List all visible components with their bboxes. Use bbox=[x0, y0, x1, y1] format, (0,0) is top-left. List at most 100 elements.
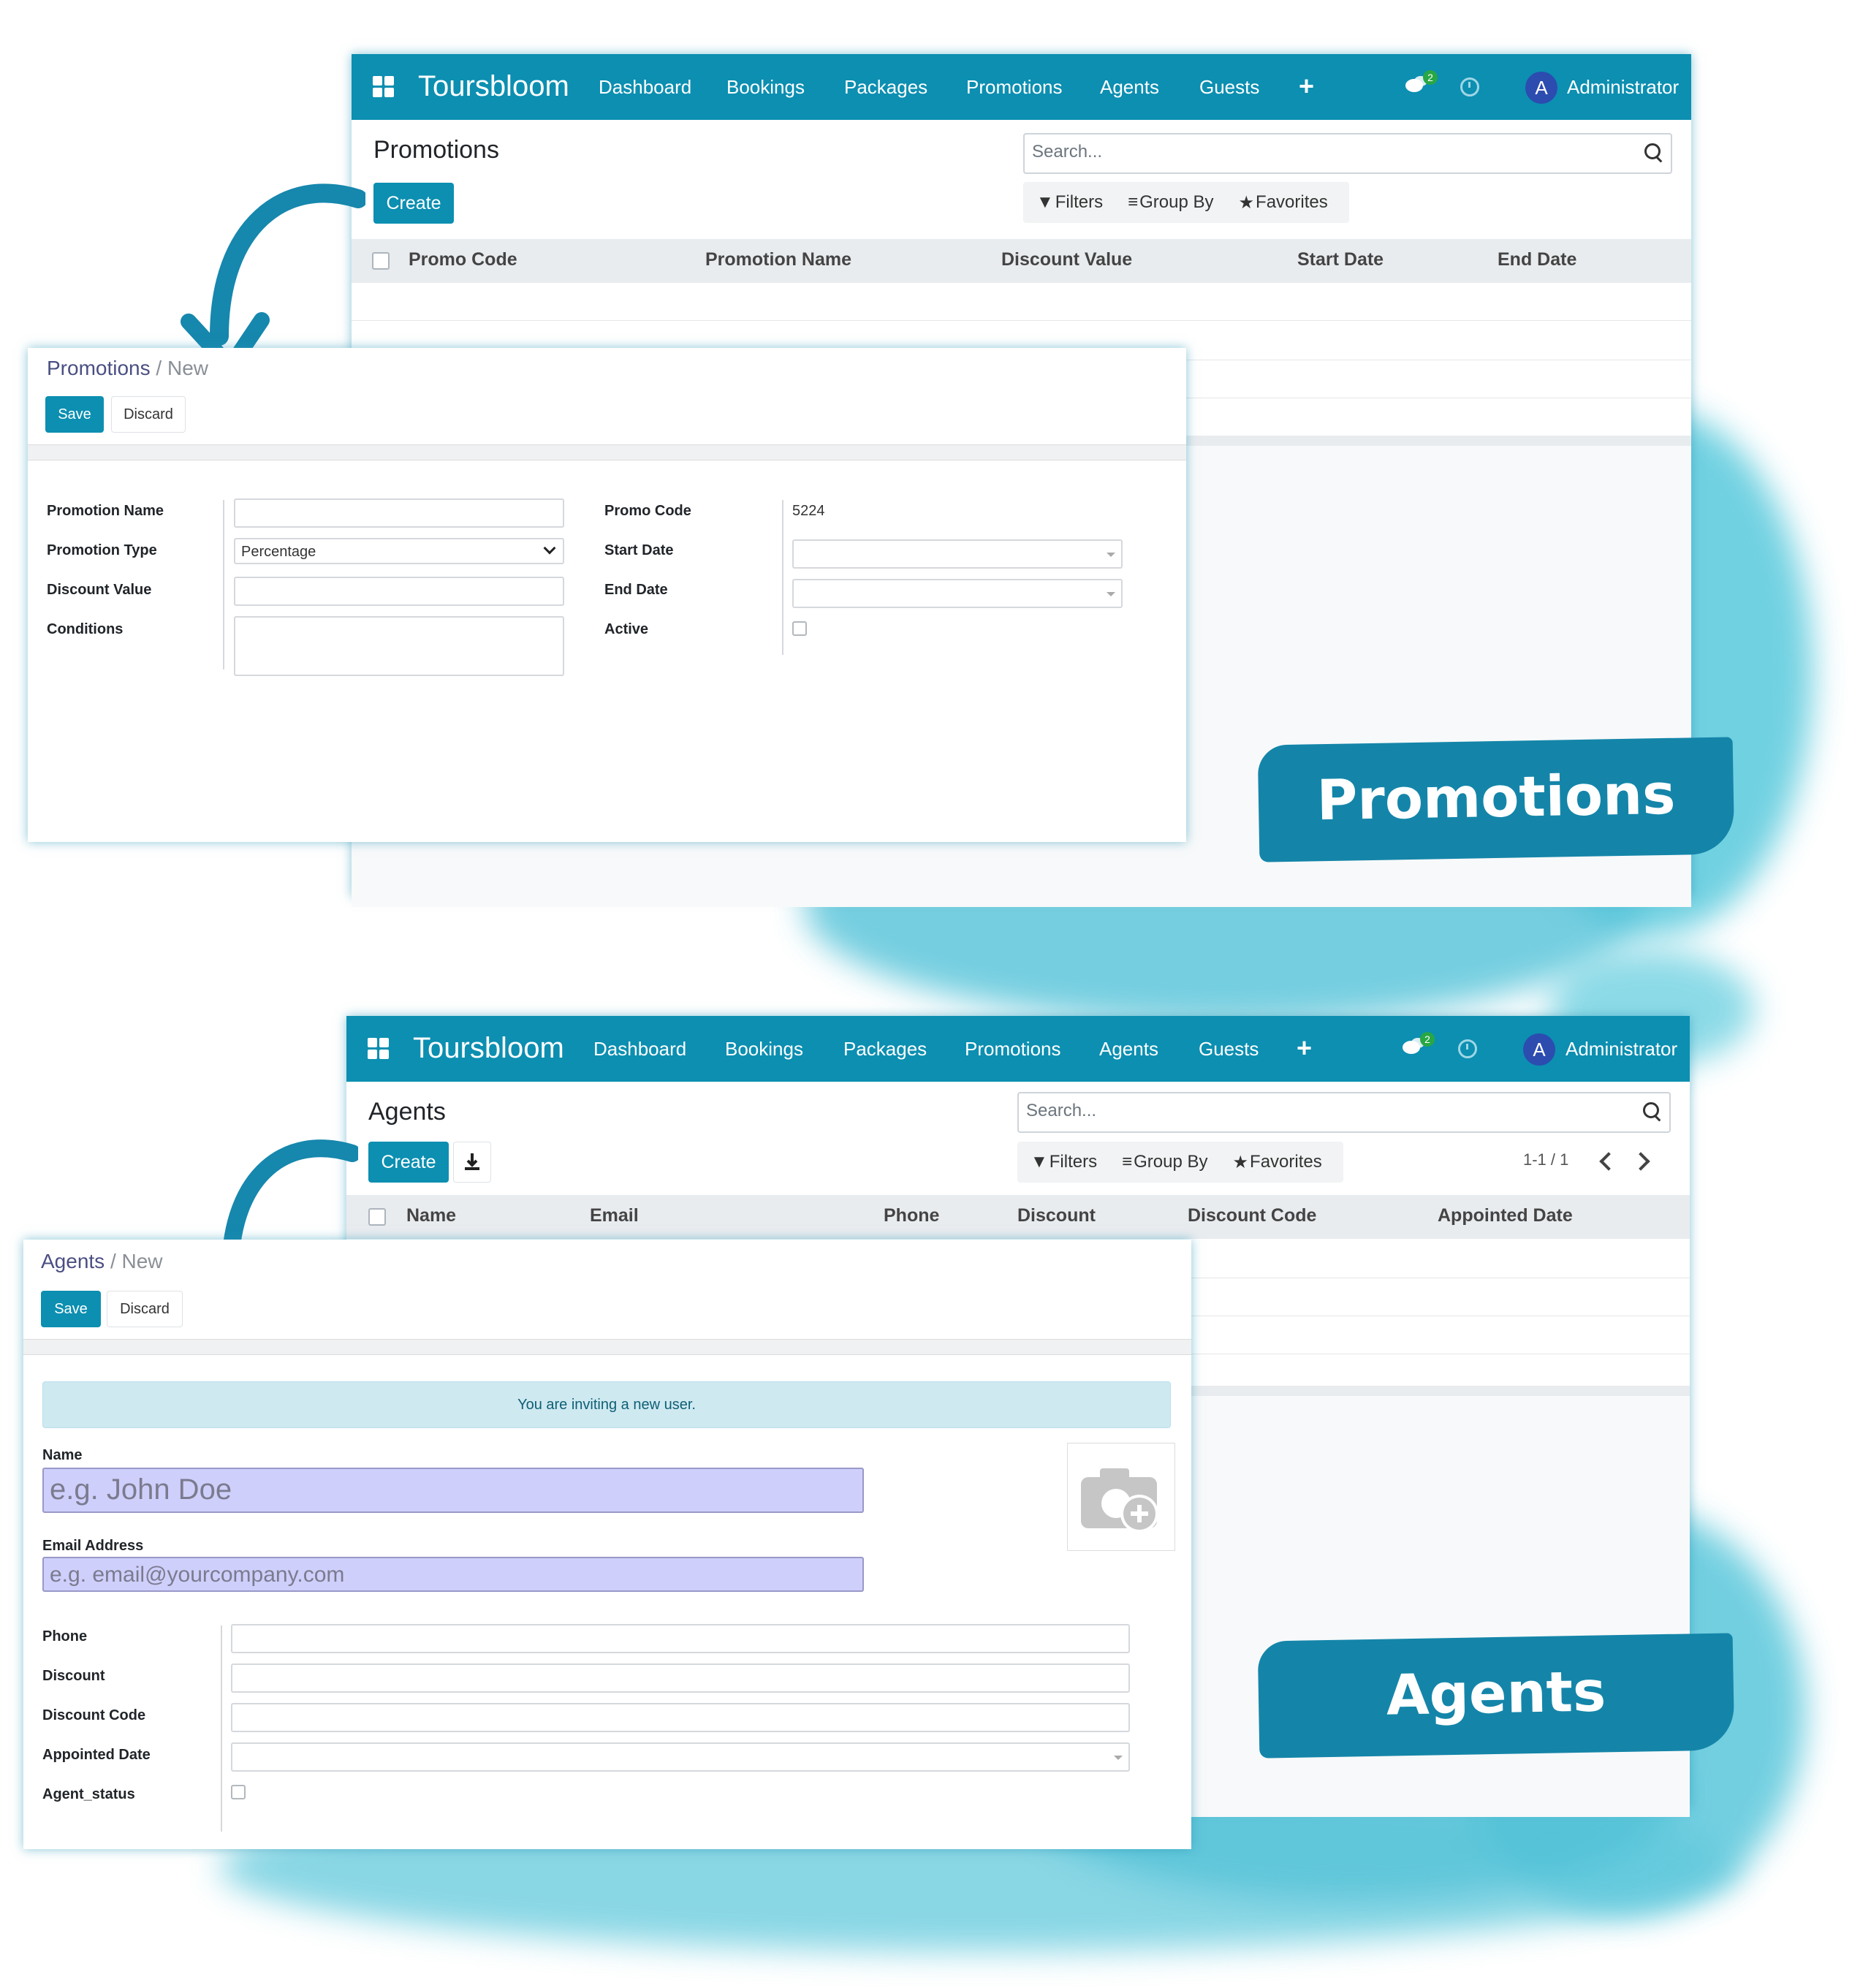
nav-promotions[interactable]: Promotions bbox=[966, 54, 1063, 120]
discard-button[interactable]: Discard bbox=[111, 396, 186, 433]
promotion-name-label: Promotion Name bbox=[47, 503, 164, 519]
avatar[interactable]: A bbox=[1523, 1033, 1555, 1066]
field-divider bbox=[223, 500, 224, 669]
name-label: Name bbox=[42, 1447, 83, 1463]
breadcrumb-parent[interactable]: Agents bbox=[41, 1250, 105, 1272]
breadcrumb-parent[interactable]: Promotions bbox=[47, 357, 151, 379]
table-header: Promo Code Promotion Name Discount Value… bbox=[352, 239, 1691, 283]
group-by-button[interactable]: Group By bbox=[1139, 192, 1213, 213]
form-separator bbox=[28, 444, 1186, 460]
download-icon[interactable] bbox=[453, 1142, 491, 1183]
clock-icon[interactable] bbox=[1460, 77, 1479, 96]
promo-code-value: 5224 bbox=[792, 503, 825, 519]
nav-agents[interactable]: Agents bbox=[1100, 54, 1159, 120]
create-button[interactable]: Create bbox=[368, 1142, 449, 1183]
agent-status-checkbox[interactable] bbox=[231, 1785, 246, 1799]
nav-packages[interactable]: Packages bbox=[843, 1016, 927, 1082]
search-input[interactable]: Search... bbox=[1023, 133, 1672, 174]
column-header[interactable]: Promotion Name bbox=[705, 249, 851, 270]
avatar[interactable]: A bbox=[1525, 72, 1557, 104]
search-input[interactable]: Search... bbox=[1017, 1092, 1671, 1133]
appointed-date-picker[interactable] bbox=[231, 1742, 1130, 1772]
promotion-name-input[interactable] bbox=[234, 498, 564, 528]
chevron-right-icon[interactable] bbox=[1631, 1152, 1650, 1171]
breadcrumb-separator: / bbox=[110, 1250, 116, 1272]
nav-agents[interactable]: Agents bbox=[1099, 1016, 1158, 1082]
favorites-button[interactable]: Favorites bbox=[1250, 1152, 1322, 1172]
discount-code-input[interactable] bbox=[231, 1703, 1130, 1732]
apps-grid-icon[interactable] bbox=[373, 76, 395, 98]
email-placeholder: e.g. email@yourcompany.com bbox=[50, 1563, 345, 1587]
promotion-type-select[interactable]: Percentage bbox=[234, 538, 564, 564]
start-date-label: Start Date bbox=[604, 542, 674, 558]
photo-upload[interactable] bbox=[1067, 1443, 1175, 1551]
conditions-textarea[interactable] bbox=[234, 616, 564, 676]
column-header[interactable]: Appointed Date bbox=[1438, 1205, 1573, 1226]
group-by-button[interactable]: Group By bbox=[1134, 1152, 1207, 1172]
breadcrumb-current: New bbox=[121, 1250, 163, 1272]
column-header[interactable]: Start Date bbox=[1297, 249, 1384, 270]
nav-dashboard[interactable]: Dashboard bbox=[593, 1016, 686, 1082]
column-header[interactable]: Discount Code bbox=[1188, 1205, 1316, 1226]
column-header[interactable]: Email bbox=[590, 1205, 639, 1226]
column-header[interactable]: Name bbox=[406, 1205, 456, 1226]
camera-add-icon bbox=[1081, 1468, 1158, 1533]
plus-icon[interactable]: + bbox=[1299, 73, 1314, 99]
column-header[interactable]: Phone bbox=[884, 1205, 939, 1226]
select-all-checkbox[interactable] bbox=[368, 1208, 386, 1226]
discount-input[interactable] bbox=[231, 1663, 1130, 1693]
email-label: Email Address bbox=[42, 1538, 144, 1554]
select-all-checkbox[interactable] bbox=[372, 252, 390, 270]
start-date-picker[interactable] bbox=[792, 539, 1123, 569]
active-checkbox[interactable] bbox=[792, 621, 807, 636]
chat-icon[interactable]: 2 bbox=[1401, 1032, 1435, 1061]
filters-button[interactable]: Filters bbox=[1055, 192, 1103, 213]
column-header[interactable]: Promo Code bbox=[409, 249, 517, 270]
conditions-label: Conditions bbox=[47, 621, 124, 637]
user-name[interactable]: Administrator bbox=[1567, 75, 1679, 99]
chevron-left-icon[interactable] bbox=[1599, 1152, 1618, 1171]
filters-button[interactable]: Filters bbox=[1050, 1152, 1097, 1172]
clock-icon[interactable] bbox=[1458, 1039, 1477, 1058]
page-title: Agents bbox=[368, 1098, 446, 1126]
nav-bookings[interactable]: Bookings bbox=[726, 54, 805, 120]
form-separator bbox=[23, 1339, 1191, 1355]
breadcrumb-separator: / bbox=[156, 357, 162, 379]
favorites-button[interactable]: Favorites bbox=[1256, 192, 1328, 213]
nav-packages[interactable]: Packages bbox=[844, 54, 927, 120]
nav-guests[interactable]: Guests bbox=[1199, 1016, 1259, 1082]
search-placeholder: Search... bbox=[1026, 1101, 1097, 1120]
nav-dashboard[interactable]: Dashboard bbox=[599, 54, 691, 120]
discard-button[interactable]: Discard bbox=[107, 1291, 183, 1327]
discount-label: Discount bbox=[42, 1668, 105, 1684]
nav-guests[interactable]: Guests bbox=[1199, 54, 1259, 120]
chat-icon[interactable]: 2 bbox=[1404, 70, 1438, 99]
user-name[interactable]: Administrator bbox=[1566, 1036, 1677, 1061]
search-icon[interactable] bbox=[1644, 143, 1661, 159]
pager-value[interactable]: 1-1 / 1 bbox=[1523, 1150, 1568, 1169]
appointed-date-label: Appointed Date bbox=[42, 1747, 151, 1763]
active-label: Active bbox=[604, 621, 649, 637]
name-input[interactable]: e.g. John Doe bbox=[42, 1468, 864, 1513]
create-button[interactable]: Create bbox=[373, 183, 454, 224]
email-field[interactable]: e.g. email@yourcompany.com bbox=[42, 1557, 864, 1592]
discount-value-input[interactable] bbox=[234, 577, 564, 606]
brand-name[interactable]: Toursbloom bbox=[413, 1028, 564, 1069]
column-header[interactable]: Discount Value bbox=[1001, 249, 1132, 270]
breadcrumb: Promotions / New bbox=[47, 357, 208, 380]
brand-name[interactable]: Toursbloom bbox=[418, 66, 569, 107]
nav-promotions[interactable]: Promotions bbox=[965, 1016, 1061, 1082]
save-button[interactable]: Save bbox=[45, 396, 104, 433]
search-icon[interactable] bbox=[1643, 1102, 1659, 1118]
nav-bookings[interactable]: Bookings bbox=[725, 1016, 803, 1082]
filter-icon: ▼ bbox=[1031, 1152, 1048, 1172]
top-navbar: Toursbloom Dashboard Bookings Packages P… bbox=[352, 54, 1691, 120]
column-header[interactable]: End Date bbox=[1498, 249, 1576, 270]
apps-grid-icon[interactable] bbox=[368, 1038, 390, 1060]
phone-input[interactable] bbox=[231, 1624, 1130, 1653]
agents-banner: Agents bbox=[1257, 1633, 1735, 1759]
save-button[interactable]: Save bbox=[41, 1291, 101, 1327]
end-date-picker[interactable] bbox=[792, 579, 1123, 608]
plus-icon[interactable]: + bbox=[1297, 1035, 1312, 1061]
column-header[interactable]: Discount bbox=[1017, 1205, 1096, 1226]
